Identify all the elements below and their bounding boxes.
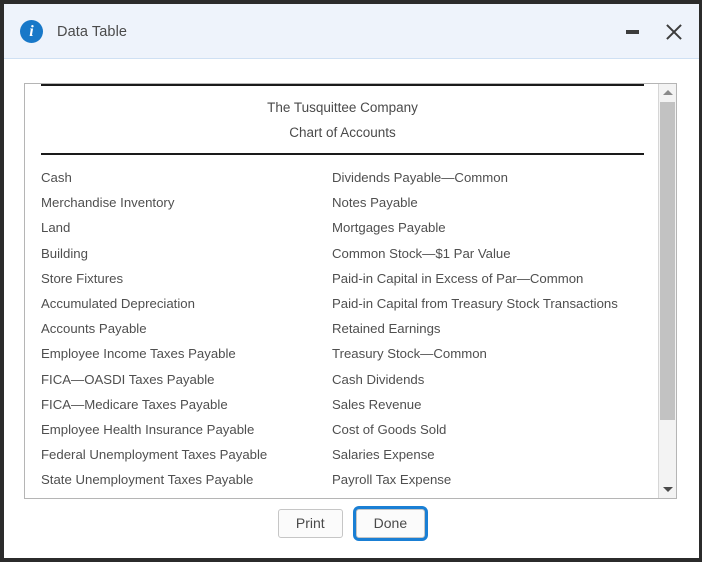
info-icon: i [20,20,43,43]
account-column-right: Dividends Payable—Common Notes Payable M… [332,165,644,499]
list-item: Paid-in Capital in Excess of Par—Common [332,270,584,286]
scrollbar-thumb[interactable] [660,102,675,420]
minimize-icon [625,29,639,34]
list-item: Building [41,245,88,261]
list-item: Store Fixtures [41,270,124,286]
list-item: Cash [41,170,72,185]
list-item: State Unemployment Taxes Payable [41,472,254,488]
print-button[interactable]: Print [277,509,343,538]
report-subtitle: Chart of Accounts [289,125,396,140]
close-button[interactable] [661,19,687,45]
list-item: Treasury Stock—Common [332,346,487,362]
list-item: Land [41,220,71,236]
scroll-down-arrow-button[interactable] [659,481,676,498]
list-item: Paid-in Capital from Treasury Stock Tran… [332,296,618,312]
list-item: Salaries Expense [332,447,435,463]
window-controls [619,4,687,59]
list-item: Federal Unemployment Taxes Payable [41,447,268,463]
dialog-title-bar: i Data Table [4,4,699,59]
list-item: Common Stock—$1 Par Value [332,245,511,261]
list-item: Dividends Payable—Common [332,170,508,185]
vertical-scrollbar[interactable] [658,84,676,498]
list-item: Employee Health Insurance Payable [41,422,255,438]
title-bar-left-group: i Data Table [20,4,127,59]
list-item: Cost of Goods Sold [332,422,447,438]
list-item: Sales Revenue [332,396,422,412]
done-button[interactable]: Done [355,509,426,538]
list-item: Payroll Tax Expense [332,472,452,488]
report-content: The Tusquittee Company Chart of Accounts… [25,84,658,498]
dialog-footer: Print Done [4,509,699,538]
list-item: Income Tax Payable [41,493,332,499]
list-item: Utilities Expense [332,493,644,499]
list-item: Retained Earnings [332,321,441,337]
list-item: Cash Dividends [332,371,425,387]
account-columns: Cash Merchandise Inventory Land Building… [41,155,644,499]
scroll-up-arrow-icon [662,90,673,95]
list-item: Accumulated Depreciation [41,296,195,312]
list-item: Employee Income Taxes Payable [41,346,236,362]
list-item: Accounts Payable [41,321,147,337]
account-column-left: Cash Merchandise Inventory Land Building… [41,165,332,499]
list-item: Mortgages Payable [332,220,446,236]
list-item: Merchandise Inventory [41,195,175,211]
report-header: The Tusquittee Company Chart of Accounts [41,84,644,155]
scroll-down-arrow-icon [662,487,673,492]
list-item: FICA—OASDI Taxes Payable [41,371,215,387]
minimize-button[interactable] [619,19,645,45]
scroll-up-arrow-button[interactable] [659,84,676,101]
list-item: FICA—Medicare Taxes Payable [41,396,228,412]
data-table-dialog: i Data Table The Tusquittee Company Char… [0,0,702,562]
data-table-panel: The Tusquittee Company Chart of Accounts… [24,83,677,499]
close-icon [664,22,684,42]
list-item: Notes Payable [332,195,418,211]
report-company-name: The Tusquittee Company [267,100,418,115]
dialog-title: Data Table [57,23,128,40]
